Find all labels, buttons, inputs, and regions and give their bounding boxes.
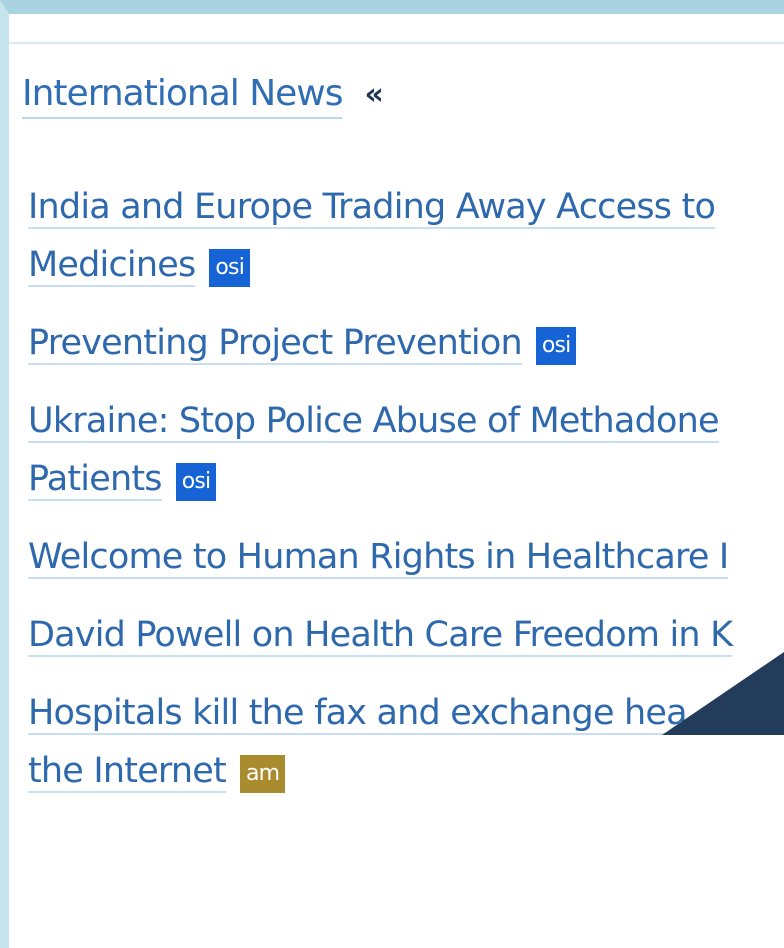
news-link-continued[interactable]: Medicines	[28, 245, 196, 287]
header-divider	[9, 42, 784, 44]
news-link[interactable]: Welcome to Human Rights in Healthcare I	[28, 537, 729, 579]
news-link-continued[interactable]: Patients	[28, 459, 163, 501]
news-item: Preventing Project Prevention osi	[28, 314, 784, 372]
source-tag-am[interactable]: am	[239, 755, 286, 793]
news-list: India and Europe Trading Away Access to …	[28, 178, 784, 800]
news-link[interactable]: Ukraine: Stop Police Abuse of Methadone	[28, 401, 720, 443]
source-tag-osi[interactable]: osi	[535, 327, 577, 365]
news-item: Welcome to Human Rights in Healthcare I	[28, 528, 784, 586]
news-link[interactable]: Preventing Project Prevention	[28, 323, 523, 365]
news-link-continued[interactable]: the Internet	[28, 751, 227, 793]
news-link[interactable]: David Powell on Health Care Freedom in K	[28, 615, 733, 657]
news-link[interactable]: India and Europe Trading Away Access to	[28, 187, 716, 229]
section-header: International News «	[22, 68, 784, 122]
news-item: Hospitals kill the fax and exchange hea …	[28, 684, 784, 800]
source-tag-osi[interactable]: osi	[209, 249, 251, 287]
collapse-toggle-icon[interactable]: «	[364, 75, 383, 115]
news-item: David Powell on Health Care Freedom in K	[28, 606, 784, 664]
section-title-link[interactable]: International News	[22, 71, 343, 119]
news-item: Ukraine: Stop Police Abuse of Methadone …	[28, 392, 784, 508]
source-tag-osi[interactable]: osi	[175, 463, 217, 501]
news-item: India and Europe Trading Away Access to …	[28, 178, 784, 294]
international-news-panel: International News « India and Europe Tr…	[22, 68, 784, 793]
news-link[interactable]: Hospitals kill the fax and exchange hea	[28, 693, 688, 735]
